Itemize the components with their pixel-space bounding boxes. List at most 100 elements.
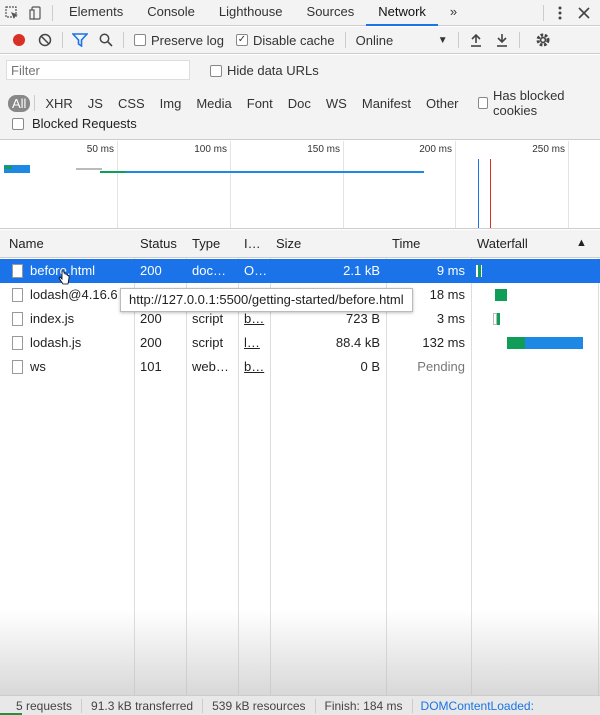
column-header-size[interactable]: Size [270,230,386,258]
filter-input[interactable] [6,60,190,80]
websocket-file-icon [12,360,23,374]
checkbox-box[interactable] [477,97,488,109]
column-header-name[interactable]: Name [3,230,133,258]
filter-separator [34,95,36,111]
sort-ascending-icon[interactable]: ▲ [576,237,587,249]
request-type: script [192,335,224,350]
filter-type-xhr[interactable]: XHR [41,95,76,112]
export-har-icon[interactable] [489,27,515,53]
import-har-icon[interactable] [463,27,489,53]
filter-type-css[interactable]: CSS [114,95,149,112]
overview-timeline[interactable]: 50 ms 100 ms 150 ms 200 ms 250 ms [0,141,600,229]
filter-type-img[interactable]: Img [156,95,186,112]
filter-type-all[interactable]: All [8,94,31,112]
tab-network[interactable]: Network [366,0,438,26]
hide-data-urls-checkbox[interactable]: Hide data URLs [210,63,319,78]
preserve-log-checkbox[interactable]: Preserve log [134,33,224,48]
device-toolbar-icon[interactable] [24,0,48,26]
request-initiator[interactable]: l… [238,331,270,355]
disable-cache-label: Disable cache [252,32,335,48]
column-header-status[interactable]: Status [134,230,186,258]
request-name[interactable]: index.js [24,307,134,331]
inspect-element-icon[interactable] [0,0,24,26]
status-requests: 5 requests [0,698,83,713]
request-name[interactable]: ws [24,355,134,379]
waterfall-bar-download [497,313,500,325]
waterfall-bar-download [525,337,583,349]
overview-tick-label: 250 ms [532,144,565,155]
tab-console[interactable]: Console [135,0,207,26]
column-header-type[interactable]: Type [186,230,238,258]
column-header-time[interactable]: Time [386,230,471,258]
preserve-log-label: Preserve log [151,32,224,48]
request-name[interactable]: lodash@4.16.6 [24,283,134,307]
filter-icon[interactable] [67,27,93,53]
blocked-requests-checkbox[interactable]: Blocked Requests [12,116,137,131]
table-row[interactable]: before.html 200 doc… O… 2.1 kB 9 ms [0,259,600,283]
status-resources: 539 kB resources [203,698,316,713]
has-blocked-cookies-checkbox[interactable]: Has blocked cookies [477,88,594,118]
filter-type-js[interactable]: JS [84,95,107,112]
checkbox-box[interactable]: ✓ [235,34,248,46]
throttling-select[interactable]: Online ▼ [356,33,448,48]
script-file-icon [12,336,23,350]
tab-separator [543,4,544,21]
overview-gridline [568,141,569,228]
record-icon[interactable] [6,27,32,53]
waterfall-bar-wait [507,337,525,349]
filter-type-doc[interactable]: Doc [284,95,315,112]
overview-tick-label: 150 ms [307,144,340,155]
tab-sources[interactable]: Sources [295,0,367,26]
bottom-shadow [0,610,600,695]
search-icon[interactable] [93,27,119,53]
filter-type-other[interactable]: Other [422,95,463,112]
network-toolbar: Preserve log ✓ Disable cache Online ▼ [0,27,600,54]
throttling-value: Online [355,32,394,48]
url-tooltip: http://127.0.0.1:5500/getting-started/be… [120,288,413,312]
column-header-waterfall[interactable]: Waterfall [471,230,571,258]
devtools-tabbar: Elements Console Lighthouse Sources Netw… [0,0,600,26]
toolbar-separator [123,32,124,48]
request-size: 2.1 kB [343,263,380,278]
checkbox-box[interactable] [134,34,146,46]
toolbar-separator [344,32,346,48]
request-type: doc… [192,263,226,278]
request-initiator[interactable]: b… [238,355,270,379]
tab-lighthouse[interactable]: Lighthouse [207,0,295,26]
gear-icon[interactable] [530,27,556,53]
toolbar-separator [518,32,520,48]
overview-bar-lodash-download [126,171,424,173]
tab-elements[interactable]: Elements [57,0,135,26]
filter-type-ws[interactable]: WS [322,95,351,112]
filter-type-manifest[interactable]: Manifest [358,95,415,112]
close-icon[interactable] [572,0,596,26]
overview-gridline [117,141,118,228]
checkbox-box[interactable] [12,117,24,130]
document-file-icon [12,288,23,302]
column-header-initiator[interactable]: I… [238,230,270,258]
filter-bar: Hide data URLs All XHR JS CSS Img Media … [0,55,600,140]
overview-tick-label: 100 ms [194,144,227,155]
table-row[interactable]: ws 101 web… b… 0 B Pending [0,355,600,379]
clear-icon[interactable] [32,27,58,53]
overview-tick-label: 200 ms [419,144,452,155]
toolbar-separator [62,32,63,48]
request-name[interactable]: lodash.js [24,331,134,355]
table-header: Name Status Type I… Size Time Waterfall … [0,230,600,258]
checkbox-box[interactable] [210,64,222,77]
filter-type-media[interactable]: Media [192,95,235,112]
overview-dcl-marker [478,159,479,228]
request-name[interactable]: before.html [24,259,134,283]
request-type: web… [192,359,229,374]
more-tabs-button[interactable]: » [438,0,469,26]
filter-type-font[interactable]: Font [243,95,277,112]
hand-cursor-icon [58,270,70,285]
request-initiator[interactable]: O… [238,259,270,283]
document-file-icon [12,264,23,278]
toolbar-separator [457,32,459,48]
table-row[interactable]: lodash.js 200 script l… 88.4 kB 132 ms [0,331,600,355]
blocked-requests-label: Blocked Requests [32,116,137,131]
disable-cache-checkbox[interactable]: ✓ Disable cache [235,32,335,48]
kebab-menu-icon[interactable] [548,0,572,26]
request-time: Pending [417,359,465,374]
